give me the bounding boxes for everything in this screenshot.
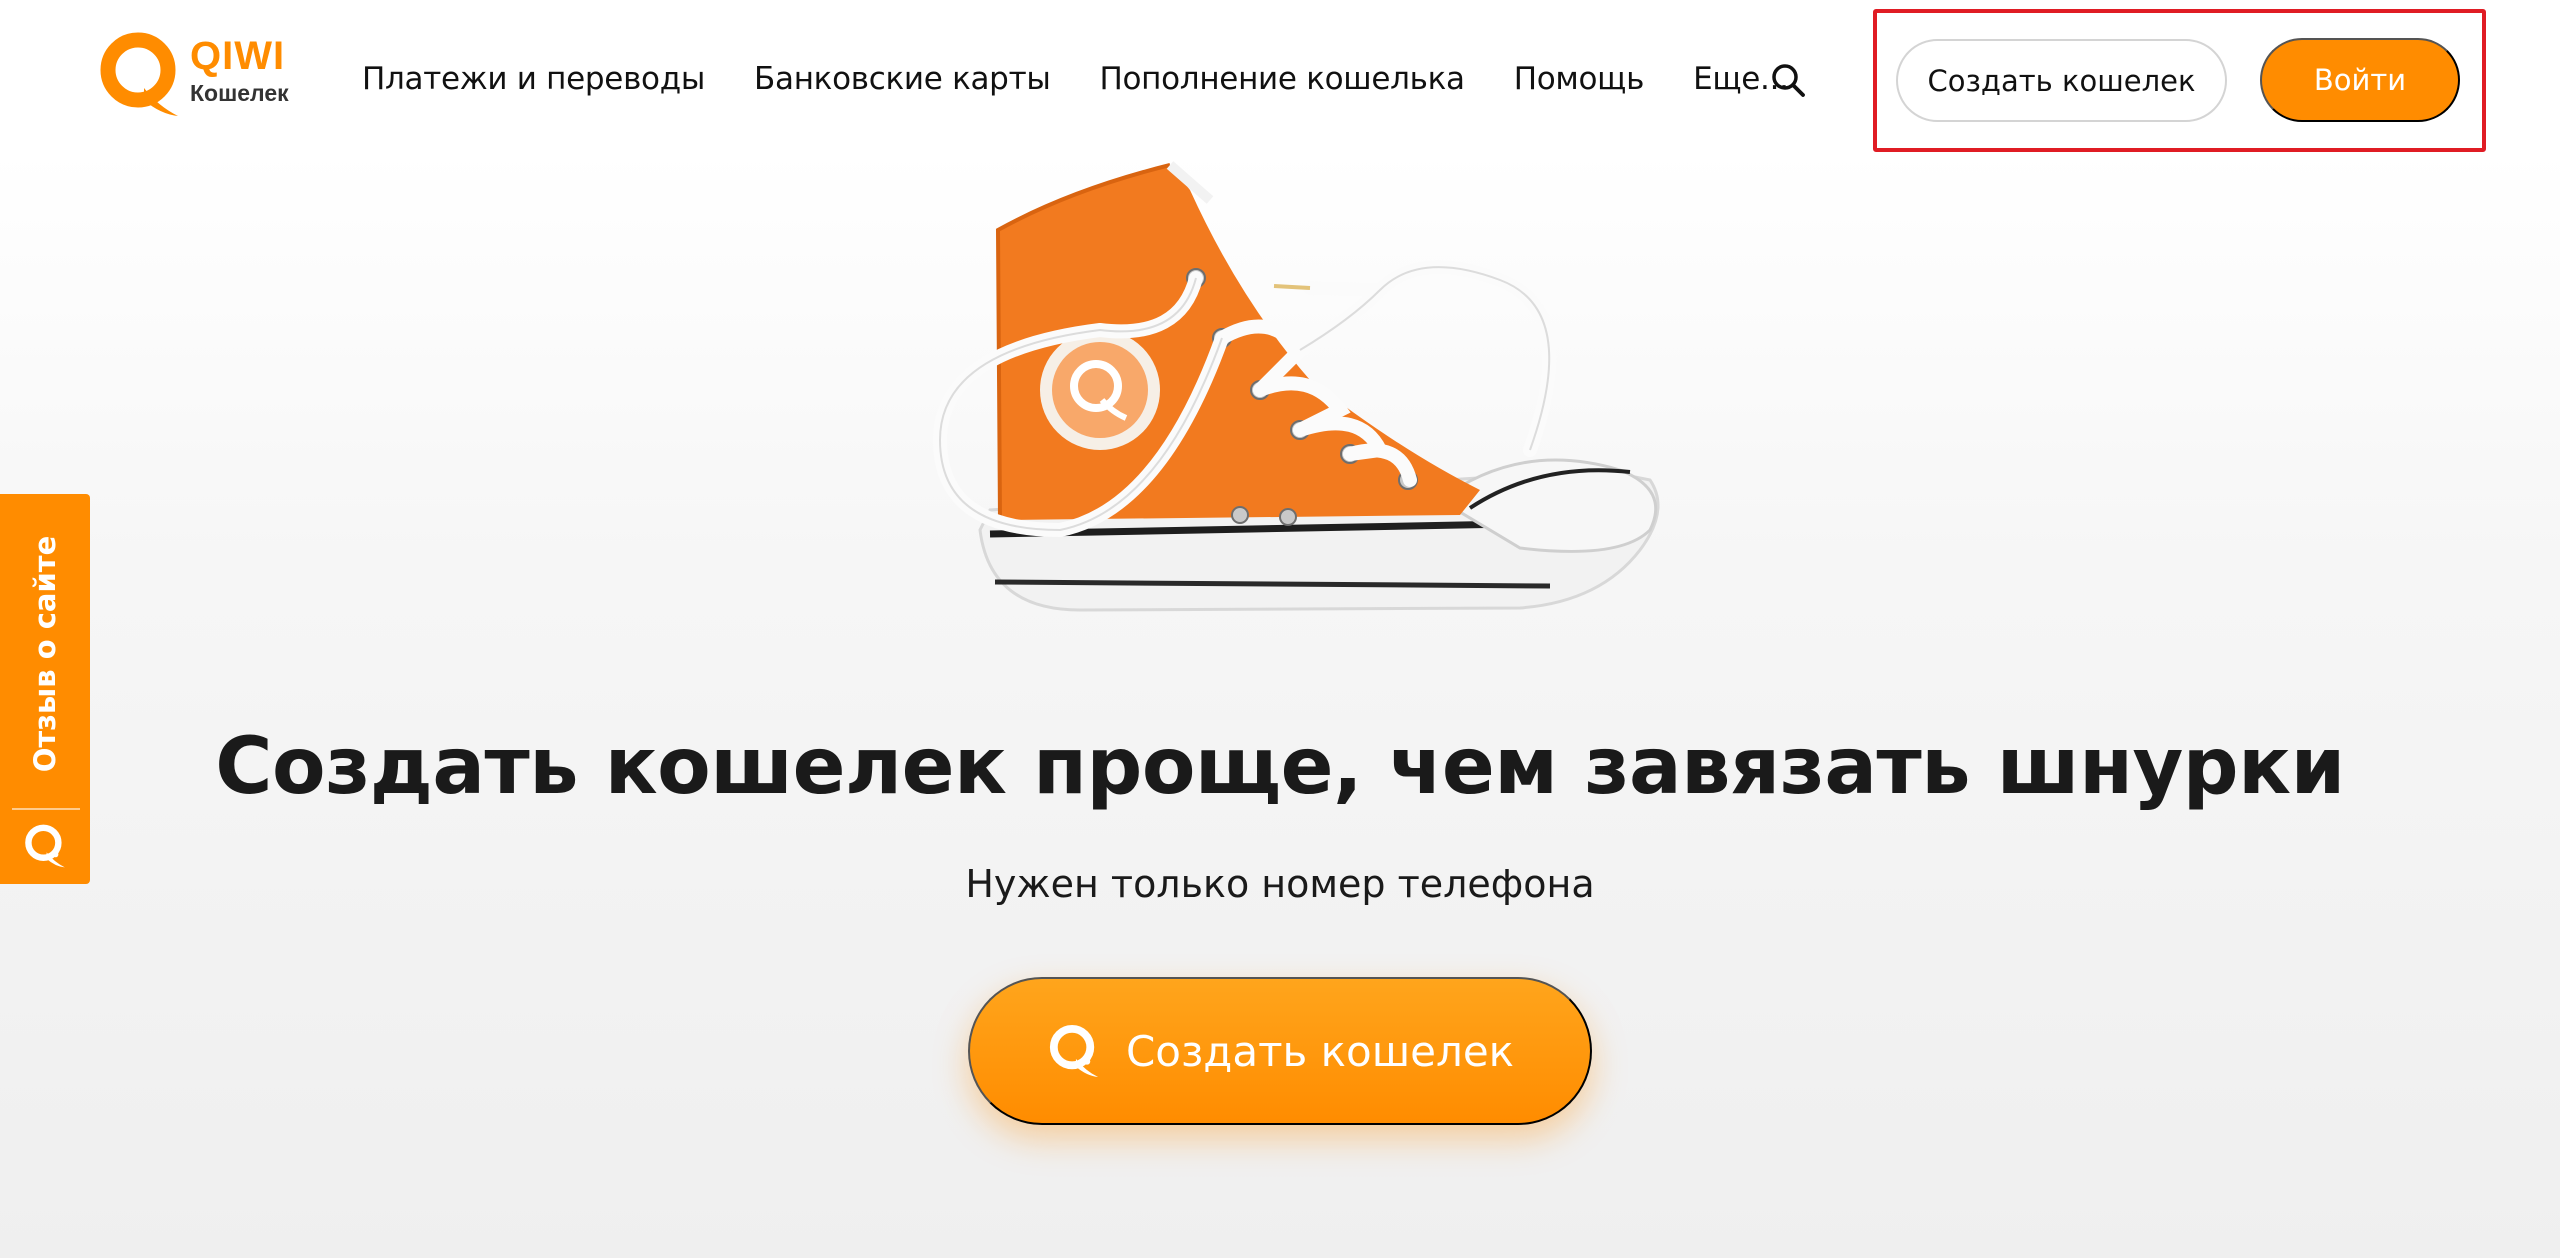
brand-subtitle: Кошелек (190, 80, 289, 106)
qiwi-q-icon (100, 32, 178, 116)
nav-item-bank-cards[interactable]: Банковские карты (754, 56, 1051, 102)
qiwi-logo[interactable]: QIWI Кошелек (98, 30, 298, 122)
login-button[interactable]: Войти (2260, 38, 2460, 122)
hero-title: Создать кошелек проще, чем завязать шнур… (215, 722, 2345, 812)
hero-subtitle: Нужен только номер телефона (965, 862, 1595, 906)
create-wallet-button[interactable]: Создать кошелек (1896, 39, 2227, 122)
cta-label: Создать кошелек (1125, 1026, 1515, 1076)
search-icon[interactable] (1770, 62, 1806, 98)
qiwi-q-icon (1049, 1024, 1099, 1078)
nav-item-payments[interactable]: Платежи и переводы (362, 56, 705, 102)
orange-sneaker-image (932, 161, 1660, 612)
brand-name: QIWI (190, 34, 286, 78)
site-header: QIWI Кошелек Платежи и переводы Банковск… (0, 0, 2560, 160)
nav-item-top-up[interactable]: Пополнение кошелька (1100, 56, 1466, 102)
create-wallet-cta-button[interactable]: Создать кошелек (968, 977, 1592, 1125)
nav-item-help[interactable]: Помощь (1514, 56, 1645, 102)
main-nav: Платежи и переводы Банковские карты Попо… (362, 56, 1789, 102)
feedback-tab[interactable]: Отзыв о сайте (0, 494, 90, 884)
